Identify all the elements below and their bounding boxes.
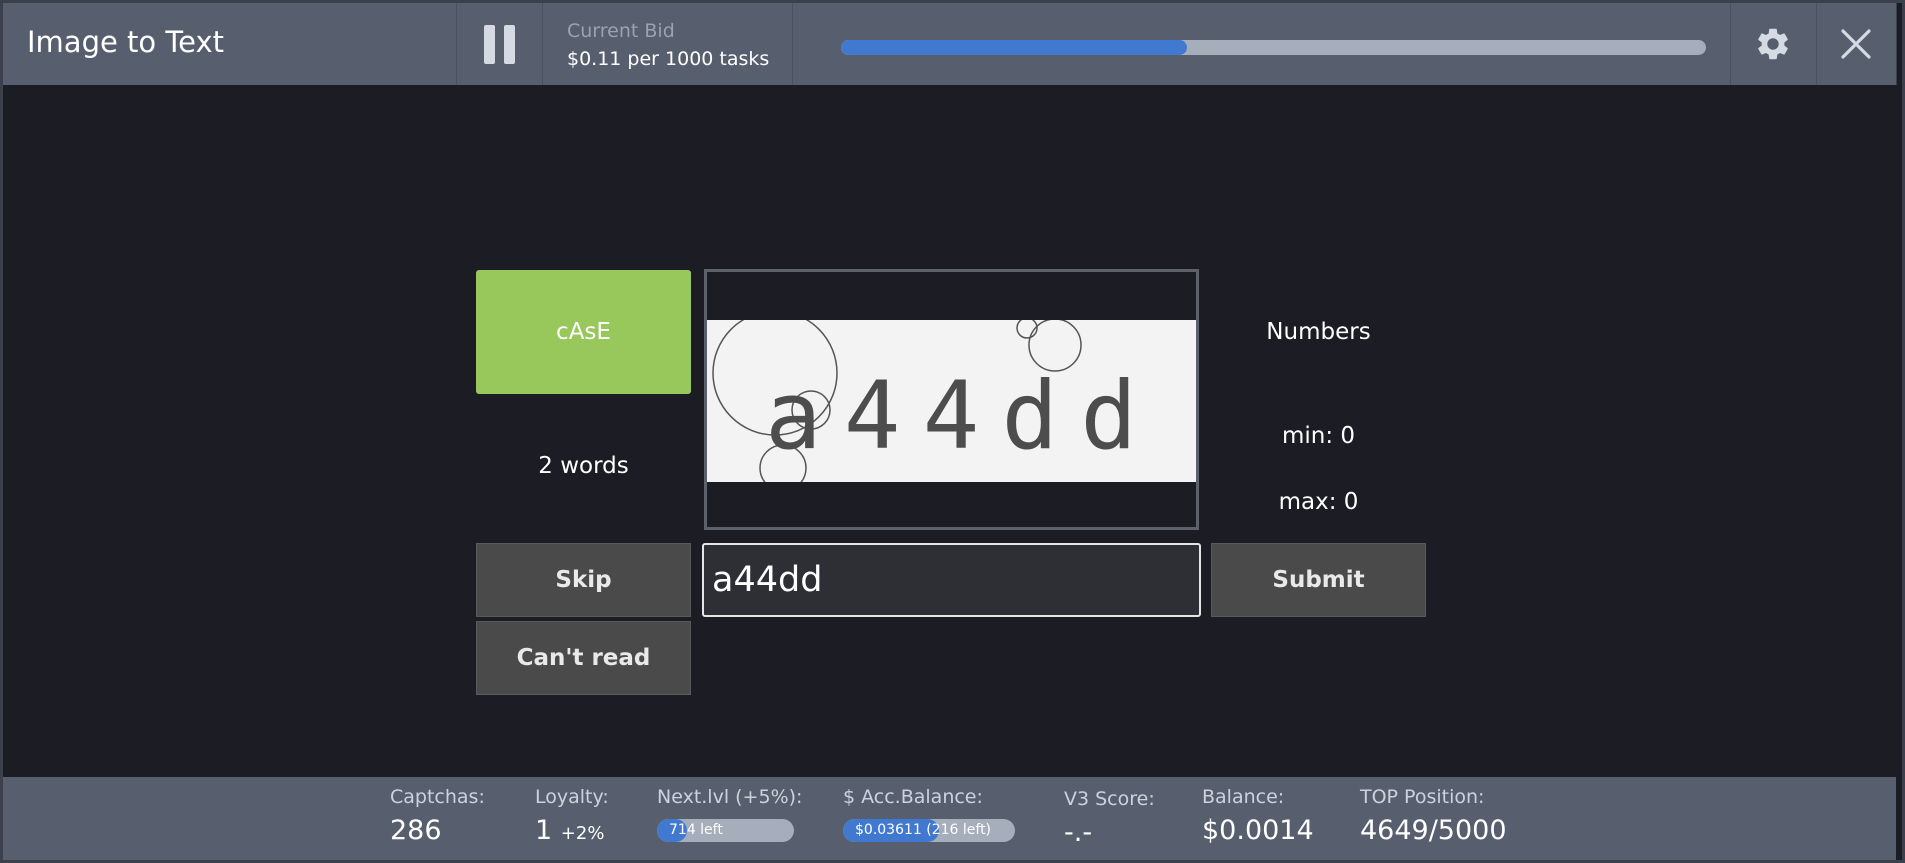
captchas-value: 286 <box>390 815 442 846</box>
submit-button[interactable]: Submit <box>1211 543 1426 617</box>
cant-read-button[interactable]: Can't read <box>476 621 691 695</box>
header-bar: Image to Text Current Bid $0.11 per 1000… <box>3 3 1897 85</box>
top-position-label: TOP Position: <box>1360 786 1485 808</box>
answer-input[interactable] <box>702 543 1201 617</box>
captcha-image: a44dd <box>707 320 1196 482</box>
settings-button[interactable] <box>1730 3 1816 85</box>
loyalty-value-row: 1 +2% <box>535 813 609 852</box>
current-bid: Current Bid $0.11 per 1000 tasks <box>567 19 769 72</box>
current-bid-value: $0.11 per 1000 tasks <box>567 48 770 70</box>
captcha-graphic: a44dd <box>712 320 1137 482</box>
min-length-label: min: 0 <box>1281 423 1356 449</box>
divider <box>792 3 793 85</box>
v3-score-value: -.- <box>1064 817 1093 848</box>
acc-balance-bar-text: $0.03611 (216 left) <box>855 822 992 838</box>
acc-balance-bar: $0.03611 (216 left) <box>843 819 1015 842</box>
captchas-label: Captchas: <box>390 786 485 808</box>
max-length-label: max: 0 <box>1278 489 1359 515</box>
divider <box>542 3 543 85</box>
next-level-bar: 714 left <box>657 819 794 842</box>
stat-next-level: Next.lvl (+5%): 714 left <box>657 785 803 842</box>
stat-top-position: TOP Position: 4649/5000 <box>1360 785 1507 849</box>
loyalty-label: Loyalty: <box>535 786 609 808</box>
v3-score-label: V3 Score: <box>1064 788 1155 810</box>
stat-captchas: Captchas: 286 <box>390 785 485 849</box>
skip-button[interactable]: Skip <box>476 543 691 617</box>
balance-value: $0.0014 <box>1202 815 1314 846</box>
loyalty-bonus: +2% <box>560 823 605 844</box>
stat-loyalty: Loyalty: 1 +2% <box>535 785 609 852</box>
task-progress-fill <box>841 40 1187 55</box>
stat-balance: Balance: $0.0014 <box>1202 785 1314 849</box>
loyalty-value: 1 <box>535 815 553 846</box>
close-icon <box>1841 29 1871 59</box>
app-title: Image to Text <box>27 25 225 59</box>
gear-icon <box>1758 28 1788 60</box>
acc-balance-label: $ Acc.Balance: <box>843 786 983 808</box>
case-sensitive-badge: cAsE <box>476 270 691 394</box>
balance-label: Balance: <box>1202 786 1285 808</box>
captcha-text: a44dd <box>765 362 1137 471</box>
pause-icon <box>483 24 515 64</box>
next-level-label: Next.lvl (+5%): <box>657 786 803 808</box>
next-level-bar-text: 714 left <box>669 822 723 838</box>
captcha-solver-window: Image to Text Current Bid $0.11 per 1000… <box>0 0 1905 863</box>
close-button[interactable] <box>1816 3 1896 85</box>
words-count-label: 2 words <box>538 453 629 479</box>
task-progress-bar <box>841 40 1706 55</box>
stat-acc-balance: $ Acc.Balance: $0.03611 (216 left) <box>843 785 1015 842</box>
top-position-value: 4649/5000 <box>1360 815 1507 846</box>
captcha-frame: a44dd <box>704 269 1199 530</box>
stats-footer: Captchas: 286 Loyalty: 1 +2% Next.lvl (+… <box>3 777 1896 860</box>
stat-v3-score: V3 Score: -.- <box>1064 787 1155 851</box>
numbers-label: Numbers <box>1266 319 1371 345</box>
pause-button[interactable] <box>456 3 542 85</box>
current-bid-label: Current Bid <box>567 20 675 42</box>
